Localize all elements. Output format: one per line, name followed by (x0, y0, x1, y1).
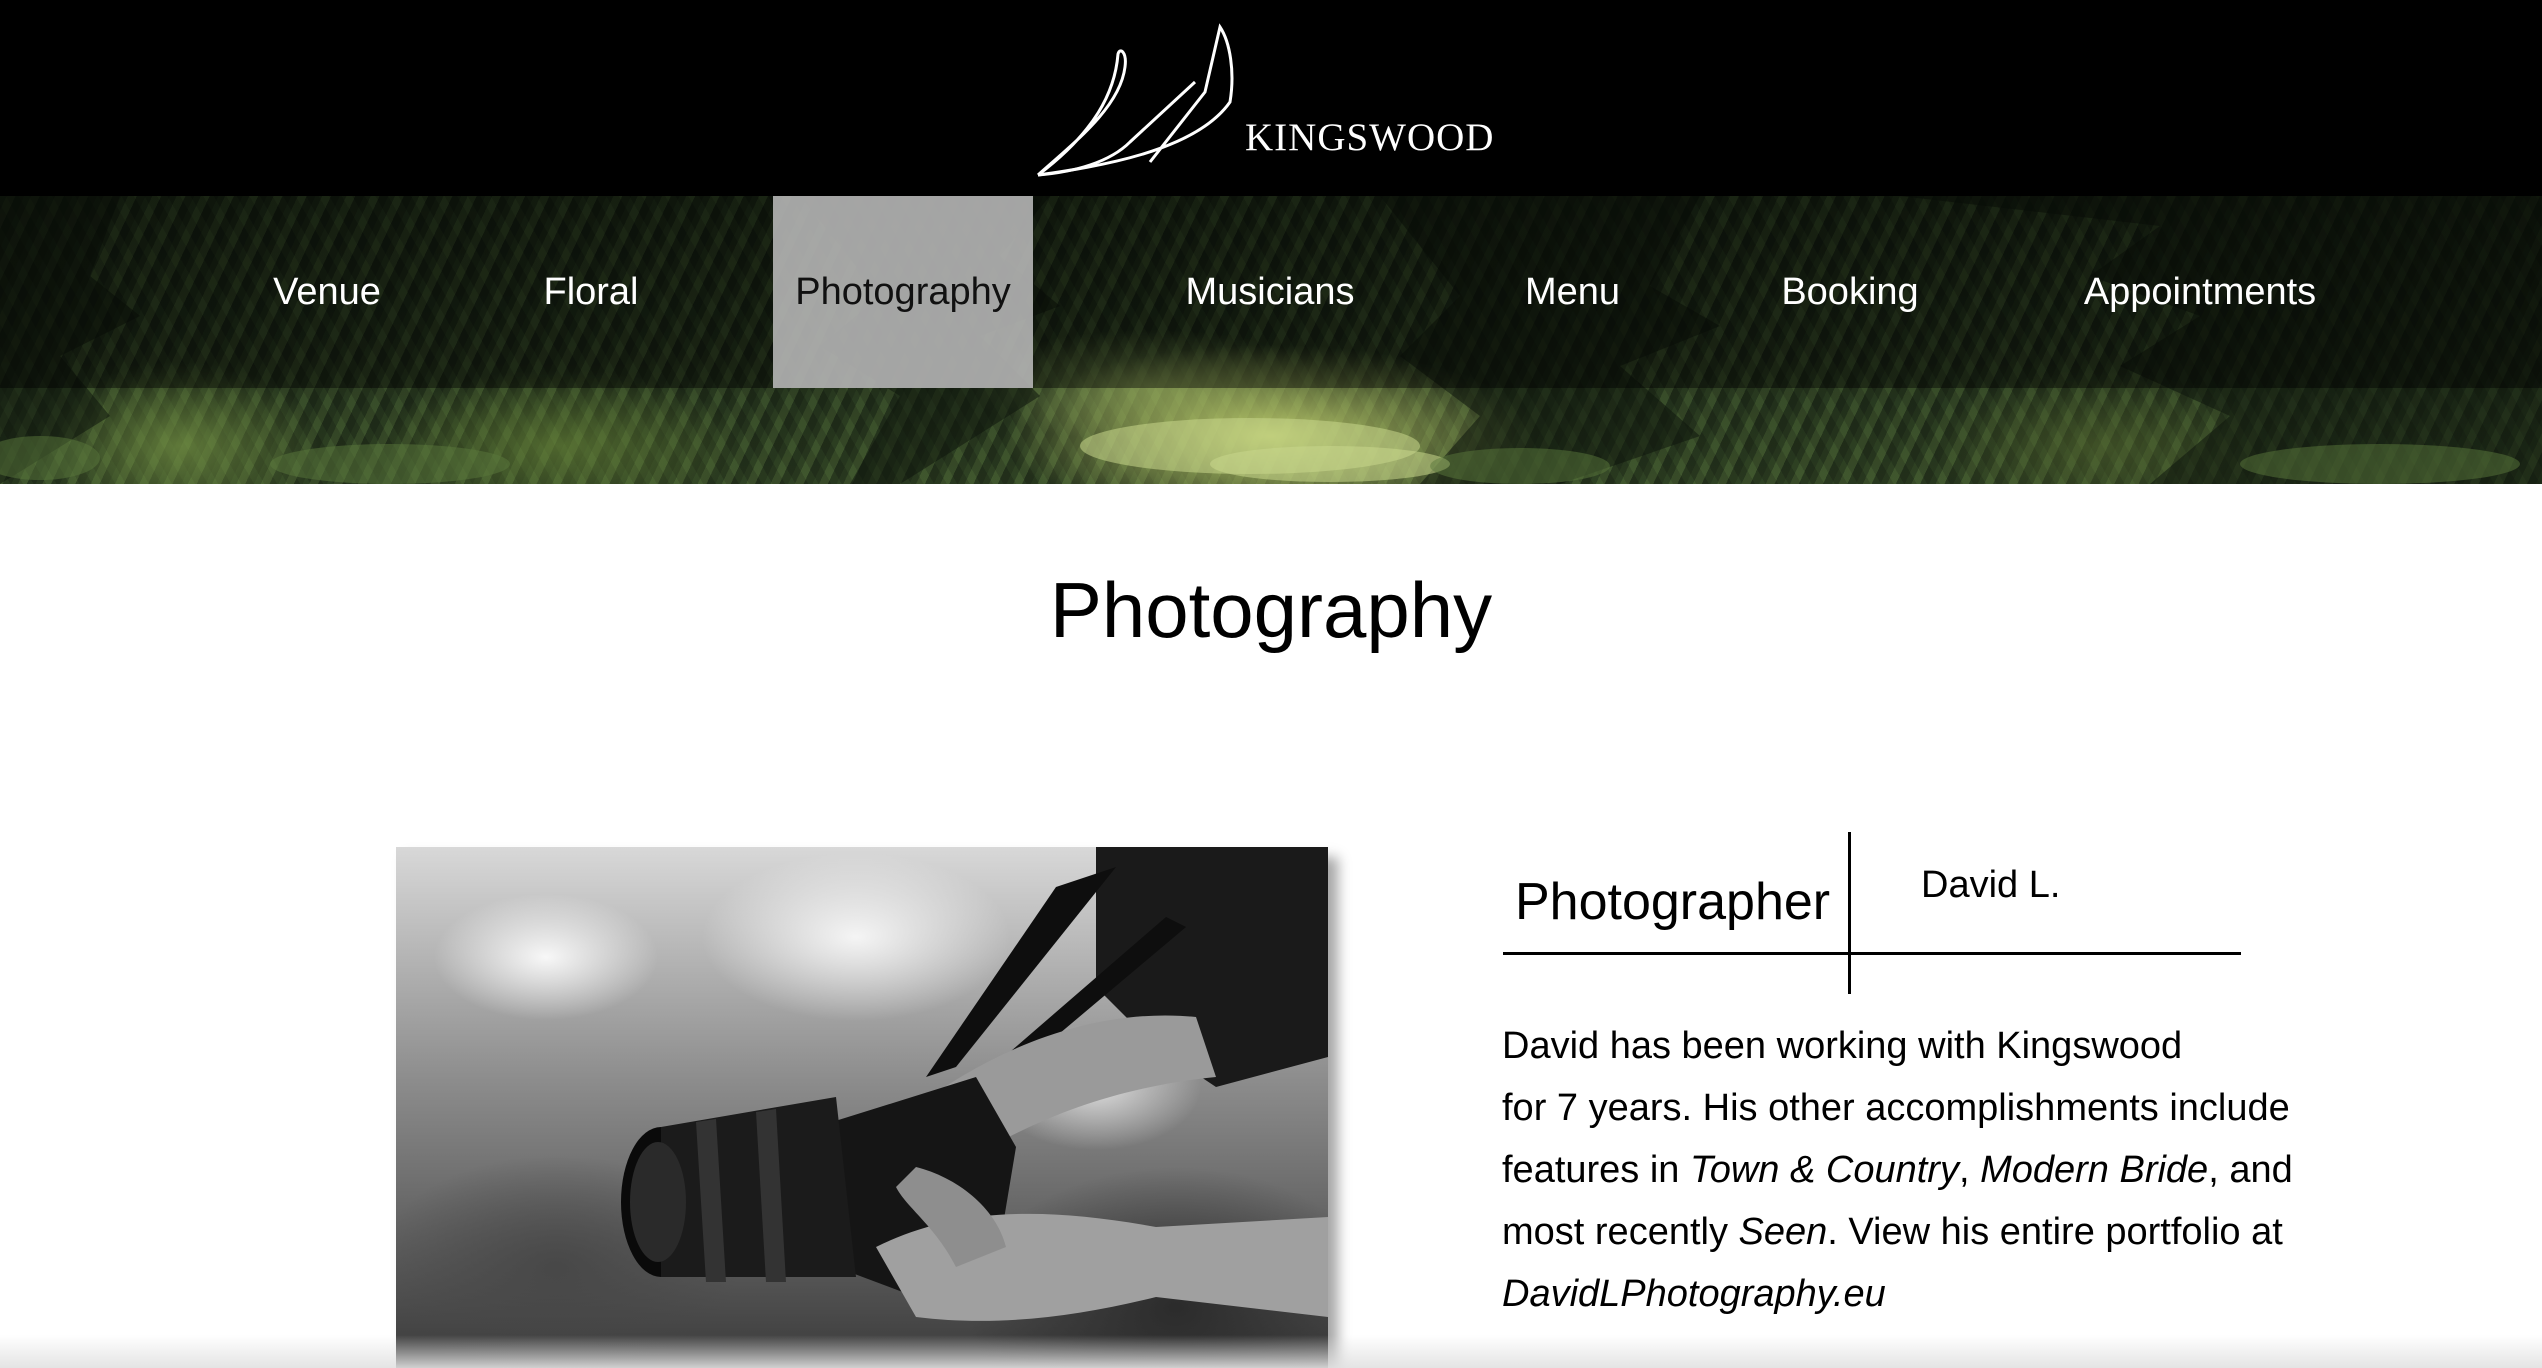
table-divider-vertical (1848, 832, 1851, 994)
bio-text: . View his entire portfolio at (1827, 1211, 2283, 1253)
bio-line: David has been working with Kingswood (1502, 1015, 2282, 1077)
bio-text: David has been working with Kingswood (1502, 1025, 2183, 1067)
bio-line: for 7 years. His other accomplishments i… (1502, 1077, 2290, 1139)
page: KINGSWOOD Venue Floral Photography Music… (0, 0, 2542, 1368)
table-divider-horizontal (1503, 952, 2241, 955)
nav-banner: Venue Floral Photography Musicians Menu … (0, 196, 2542, 484)
bio-text: most recently (1502, 1211, 1739, 1253)
nav-appointments[interactable]: Appointments (2075, 196, 2325, 388)
brand-name[interactable]: KINGSWOOD (1245, 115, 1494, 160)
portfolio-link[interactable]: DavidLPhotography.eu (1502, 1273, 1886, 1315)
bio-text: features in (1502, 1149, 1690, 1191)
publication-name: Seen (1738, 1211, 1828, 1253)
site-header: KINGSWOOD (0, 0, 2542, 196)
nav-menu[interactable]: Menu (1500, 196, 1645, 388)
nav-venue[interactable]: Venue (247, 196, 407, 388)
kingswood-logo-icon[interactable] (1035, 22, 1235, 182)
bio-text: , (1958, 1149, 1981, 1191)
page-title: Photography (1049, 566, 1493, 654)
publication-name: Town & Country (1690, 1149, 1959, 1191)
bio-text: for 7 years. His other accomplishments i… (1502, 1087, 2290, 1129)
publication-name: Modern Bride (1980, 1149, 2209, 1191)
photographer-info-table: Photographer David L. (1503, 832, 2241, 994)
photographer-bio: David has been working with Kingswood fo… (1502, 1015, 2293, 1325)
nav-photography[interactable]: Photography (773, 196, 1033, 388)
bio-text: , and (2208, 1149, 2293, 1191)
photographer-label: Photographer (1515, 873, 1831, 931)
nav-booking[interactable]: Booking (1770, 196, 1930, 388)
bio-line: features in Town & Country, Modern Bride… (1502, 1139, 2293, 1201)
bio-line: most recently Seen. View his entire port… (1502, 1201, 2283, 1263)
bio-line: DavidLPhotography.eu (1502, 1263, 2282, 1325)
photographer-photo (396, 847, 1328, 1368)
nav-bar: Venue Floral Photography Musicians Menu … (0, 196, 2542, 388)
nav-musicians[interactable]: Musicians (1170, 196, 1370, 388)
photographer-name: David L. (1921, 864, 2061, 906)
nav-floral[interactable]: Floral (521, 196, 661, 388)
